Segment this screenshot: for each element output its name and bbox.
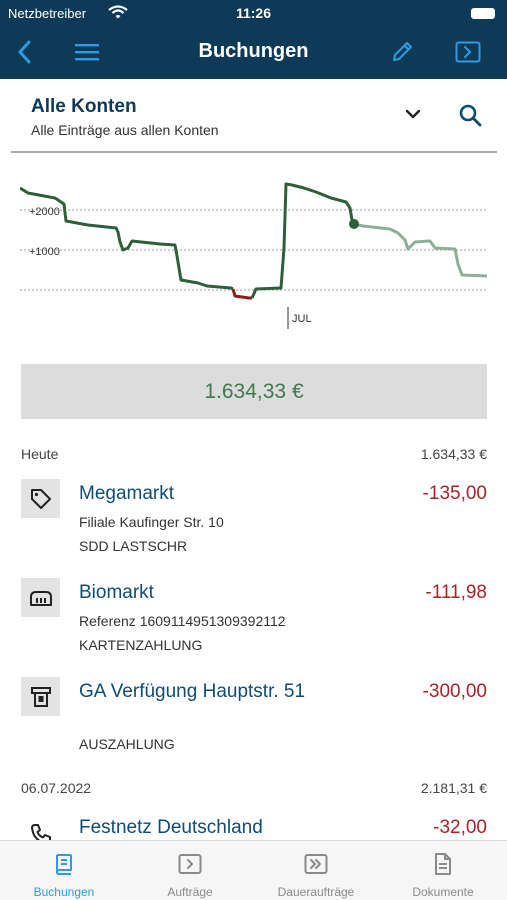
month-marker-label: JUL <box>292 313 312 325</box>
transfer-button[interactable] <box>454 38 482 66</box>
y-label-1000: +1000 <box>29 246 60 258</box>
navigation-bar: Buchungen <box>0 26 507 79</box>
day-date: 06.07.2022 <box>21 780 92 796</box>
y-label-2000: +2000 <box>29 206 60 218</box>
account-selector[interactable]: Alle Konten Alle Einträge aus allen Kont… <box>11 79 497 153</box>
top-header: Netzbetreiber 11:26 Buchungen <box>0 0 507 79</box>
card-reader-icon <box>21 578 60 617</box>
standing-order-icon <box>304 854 328 874</box>
phone-icon <box>21 814 60 840</box>
transaction-item[interactable]: Megamarkt -135,00 Filiale Kaufinger Str.… <box>21 479 487 559</box>
atm-icon <box>21 677 60 716</box>
transaction-name: Megamarkt <box>79 483 175 504</box>
transaction-amount: -111,98 <box>425 582 487 603</box>
transfer-icon <box>455 41 481 63</box>
current-balance: 1.634,33 € <box>21 364 487 419</box>
tab-label: Aufträge <box>167 885 213 899</box>
balance-chart[interactable]: +2000 +1000 JUL <box>20 178 487 338</box>
tab-buchungen[interactable]: Buchungen <box>1 841 127 900</box>
transaction-name: Festnetz Deutschland <box>79 817 263 838</box>
balance-line-recent <box>250 182 356 299</box>
account-description: Alle Einträge aus allen Konten <box>31 122 219 138</box>
edit-button[interactable] <box>388 38 416 66</box>
transaction-detail: Filiale Kaufinger Str. 10 <box>79 514 224 530</box>
balance-amount: 1.634,33 € <box>204 379 304 403</box>
tab-label: Daueraufträge <box>277 885 355 899</box>
transaction-item[interactable]: GA Verfügung Hauptstr. 51 -300,00 AUSZAH… <box>21 677 487 757</box>
today-marker[interactable] <box>349 219 359 229</box>
tab-dauerauftraege[interactable]: Daueraufträge <box>253 841 379 900</box>
day-date: Heute <box>21 446 59 462</box>
status-time: 11:26 <box>235 5 272 21</box>
tab-dokumente[interactable]: Dokumente <box>380 841 506 900</box>
page-title: Buchungen <box>198 40 309 62</box>
transfer-icon <box>178 854 202 874</box>
tab-label: Dokumente <box>412 885 474 899</box>
day-sum: 2.181,31 € <box>420 780 487 796</box>
transaction-type: KARTENZAHLUNG <box>79 637 203 653</box>
transaction-amount: -300,00 <box>422 681 487 702</box>
battery-icon <box>471 8 495 19</box>
transaction-name: Biomarkt <box>79 582 154 603</box>
status-bar: Netzbetreiber 11:26 <box>0 0 507 26</box>
transaction-type: AUSZAHLUNG <box>79 736 175 752</box>
document-icon <box>435 853 451 875</box>
transaction-type: SDD LASTSCHR <box>79 538 188 554</box>
account-name: Alle Konten <box>31 96 137 117</box>
search-icon[interactable] <box>458 103 482 127</box>
balance-line-past <box>20 186 234 291</box>
transaction-item[interactable]: Biomarkt -111,98 Referenz 16091149513093… <box>21 578 487 658</box>
pencil-icon <box>393 42 412 61</box>
tab-auftraege[interactable]: Aufträge <box>127 841 253 900</box>
tag-icon <box>21 479 60 518</box>
tab-label: Buchungen <box>33 885 95 899</box>
transaction-item[interactable]: Festnetz Deutschland -32,00 <box>21 814 487 840</box>
book-icon <box>56 854 72 875</box>
transaction-name: GA Verfügung Hauptstr. 51 <box>79 681 306 702</box>
tab-bar: Buchungen Aufträge Daueraufträge Dokumen… <box>0 840 507 900</box>
chevron-down-icon[interactable] <box>403 106 423 122</box>
transaction-amount: -135,00 <box>422 483 487 504</box>
transaction-detail: Referenz 1609114951309392112 <box>79 613 286 629</box>
day-sum: 1.634,33 € <box>420 446 487 462</box>
transaction-amount: -32,00 <box>433 817 487 838</box>
